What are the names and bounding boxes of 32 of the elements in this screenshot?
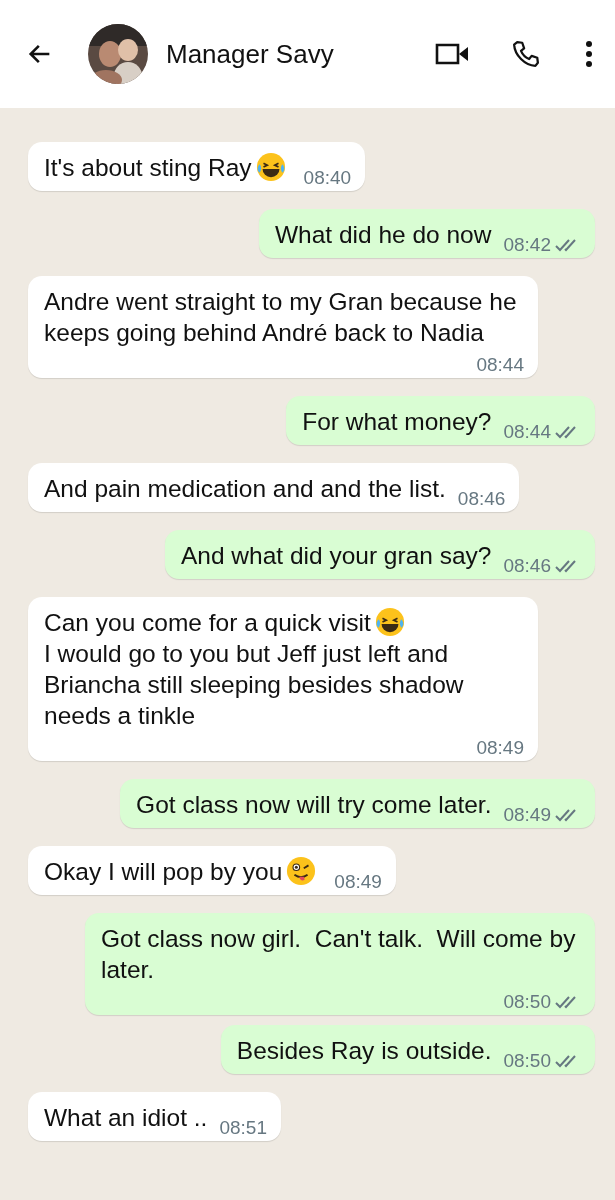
winking-emoji-icon <box>286 856 317 886</box>
message-text: Got class now will try come later. <box>136 791 492 818</box>
message-text: I would go to you but Jeff just left and Briancha still sleeping besides shadow needs a tinkle <box>44 639 465 731</box>
phone-icon[interactable] <box>511 39 541 69</box>
message-text: Got class now girl. Can't talk. Will come by later. <box>101 925 577 983</box>
message-time: 08:46 <box>503 555 551 577</box>
message-time: 08:46 <box>457 488 506 510</box>
message-text: Besides Ray is outside. <box>236 1037 492 1064</box>
message-time: 08:40 <box>303 167 352 189</box>
contact-name[interactable]: Manager Savy <box>166 38 435 70</box>
message-text: And pain medication and and the list. <box>44 475 446 502</box>
message-text: Andre went straight to my Gran because he keeps going behind André back to Nadia <box>44 288 518 346</box>
message-time: 08:50 <box>503 1050 551 1072</box>
message-time: 08:44 <box>503 421 551 443</box>
message-time: 08:50 <box>503 991 551 1013</box>
message-time: 08:42 <box>503 234 551 256</box>
message-text: Okay I will pop by you <box>44 858 283 885</box>
message-time: 08:49 <box>476 737 524 759</box>
message-time: 08:44 <box>476 354 524 376</box>
message-time: 08:51 <box>219 1117 267 1139</box>
laughing-emoji-icon <box>255 152 286 182</box>
message-text: And what did your gran say? <box>180 542 492 569</box>
laughing-emoji-icon <box>374 607 405 637</box>
message-time: 08:49 <box>503 804 551 826</box>
message-text: What an idiot .. <box>44 1104 208 1131</box>
message-text: Can you come for a quick visit <box>44 609 371 636</box>
video-call-icon[interactable] <box>435 42 469 66</box>
message-text: For what money? <box>302 408 492 435</box>
message-time: 08:49 <box>334 871 382 893</box>
more-options-icon[interactable] <box>585 40 593 68</box>
message-text: What did he do now <box>274 221 492 248</box>
message-text: It's about sting Ray <box>44 154 252 181</box>
